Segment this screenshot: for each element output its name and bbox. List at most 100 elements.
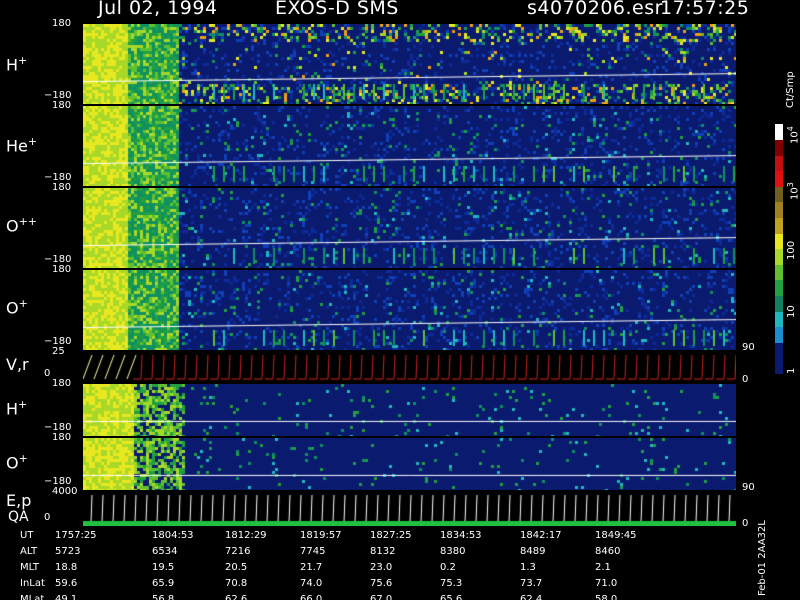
spectrogram-window: { "header": {"date": "Jul 02, 1994", "in… bbox=[0, 0, 800, 600]
panel-2 bbox=[83, 106, 736, 186]
panel-5-canvas bbox=[83, 352, 736, 382]
panel-8 bbox=[83, 492, 736, 526]
panel-4-charge: + bbox=[18, 297, 28, 310]
panel-6-canvas bbox=[83, 384, 736, 436]
header-file: s4070206.esr bbox=[527, 0, 663, 19]
colorbar-label-exponent: 3 bbox=[786, 182, 795, 188]
panel-1 bbox=[83, 24, 736, 104]
colorbar-swatch bbox=[775, 124, 783, 140]
qa-label: QA bbox=[8, 509, 29, 525]
panel-7-ion: O bbox=[6, 453, 19, 473]
panel-4-label: O+ bbox=[6, 297, 28, 317]
colorbar-unit: Ct/Smp bbox=[785, 71, 796, 108]
panel-2-ion: He bbox=[6, 136, 28, 156]
header-date: Jul 02, 1994 bbox=[98, 0, 218, 19]
panel-8-label: E,p bbox=[6, 491, 31, 510]
panel-6-charge: + bbox=[18, 398, 28, 411]
panel-5-label: V,r bbox=[6, 355, 29, 374]
table-cell: 1849:45 bbox=[595, 530, 637, 541]
table-cell: 19.5 bbox=[152, 562, 175, 573]
table-cell: 1834:53 bbox=[440, 530, 482, 541]
panel-3-canvas bbox=[83, 188, 736, 268]
table-cell: 21.7 bbox=[300, 562, 323, 573]
panel-4-top-tick: 180 bbox=[52, 264, 72, 275]
panel-1-label: H+ bbox=[6, 54, 27, 74]
colorbar-swatch bbox=[775, 171, 783, 187]
colorbar-label-exponent: 4 bbox=[786, 126, 795, 132]
table-cell: 65.9 bbox=[152, 578, 175, 589]
table-cell: 18.8 bbox=[55, 562, 78, 573]
panel-4-right-tick: 90 bbox=[742, 342, 755, 353]
panel-3-charge: ++ bbox=[18, 215, 38, 228]
table-cell: 5723 bbox=[55, 546, 81, 557]
panel-7-right-tick: 90 bbox=[742, 482, 755, 493]
table-cell: 8132 bbox=[370, 546, 396, 557]
colorbar-label-value: 100 bbox=[786, 240, 797, 260]
table-cell: 7216 bbox=[225, 546, 251, 557]
table-cell: 62.4 bbox=[520, 594, 543, 600]
table-cell: 8489 bbox=[520, 546, 546, 557]
panel-8-right-tick: 0 bbox=[742, 518, 749, 529]
colorbar-swatch bbox=[775, 233, 783, 250]
table-cell: 1819:57 bbox=[300, 530, 342, 541]
table-cell: 8380 bbox=[440, 546, 466, 557]
panel-1-charge: + bbox=[18, 54, 28, 67]
colorbar-swatch bbox=[775, 327, 783, 343]
panel-6-ion: H bbox=[6, 399, 19, 419]
table-cell: 1827:25 bbox=[370, 530, 412, 541]
colorbar-swatch bbox=[775, 358, 783, 374]
colorbar-swatch bbox=[775, 218, 783, 234]
table-cell: 1757:25 bbox=[55, 530, 97, 541]
panel-5-top-tick: 25 bbox=[52, 346, 65, 357]
header-instrument: EXOS-D SMS bbox=[275, 0, 399, 19]
panel-5-bottom-tick: 0 bbox=[44, 368, 51, 379]
panel-3 bbox=[83, 188, 736, 268]
colorbar-label: 104 bbox=[786, 126, 800, 144]
table-cell: 1842:17 bbox=[520, 530, 562, 541]
table-cell: 71.0 bbox=[595, 578, 618, 589]
panel-4-canvas bbox=[83, 270, 736, 350]
panel-7-top-tick: 180 bbox=[52, 432, 72, 443]
panel-1-ion: H bbox=[6, 55, 19, 75]
panel-8-canvas bbox=[83, 492, 736, 526]
header-time: 17:57:25 bbox=[660, 0, 750, 19]
table-cell: 62.6 bbox=[225, 594, 248, 600]
table-cell: 49.1 bbox=[55, 594, 78, 600]
panel-6-label: H+ bbox=[6, 398, 27, 418]
colorbar-swatch bbox=[775, 296, 783, 312]
colorbar-label: 100 bbox=[786, 241, 797, 260]
table-cell: 58.0 bbox=[595, 594, 618, 600]
table-cell: 20.5 bbox=[225, 562, 248, 573]
panel-4-ion: O bbox=[6, 298, 19, 318]
table-cell: 75.3 bbox=[440, 578, 463, 589]
colorbar-swatch bbox=[775, 249, 783, 265]
table-row-label: InLat bbox=[20, 578, 45, 589]
table-cell: 67.0 bbox=[370, 594, 393, 600]
colorbar-label: 10 bbox=[786, 305, 797, 318]
panel-2-canvas bbox=[83, 106, 736, 186]
colorbar-label: 1 bbox=[786, 368, 797, 374]
panel-8-top-tick: 4000 bbox=[52, 486, 78, 497]
colorbar-swatch bbox=[775, 202, 783, 218]
panel-1-top-tick: 180 bbox=[52, 18, 72, 29]
colorbar-label-value: 1 bbox=[786, 367, 797, 374]
table-cell: 73.7 bbox=[520, 578, 543, 589]
table-cell: 6534 bbox=[152, 546, 178, 557]
panel-6 bbox=[83, 384, 736, 436]
panel-4 bbox=[83, 270, 736, 350]
footer-note: Feb-01 2AA32L bbox=[757, 520, 768, 596]
table-cell: 7745 bbox=[300, 546, 326, 557]
table-cell: 8460 bbox=[595, 546, 621, 557]
table-cell: 65.6 bbox=[440, 594, 463, 600]
colorbar-label: 103 bbox=[786, 182, 800, 200]
panel-7-canvas bbox=[83, 438, 736, 490]
colorbar-swatch bbox=[775, 155, 783, 172]
panel-7-label: O+ bbox=[6, 452, 28, 472]
colorbar-swatch bbox=[775, 186, 783, 203]
table-cell: 1812:29 bbox=[225, 530, 267, 541]
table-row-label: MLat bbox=[20, 594, 45, 600]
colorbar-swatch bbox=[775, 264, 783, 281]
table-cell: 74.0 bbox=[300, 578, 323, 589]
table-cell: 56.8 bbox=[152, 594, 175, 600]
panel-1-canvas bbox=[83, 24, 736, 104]
